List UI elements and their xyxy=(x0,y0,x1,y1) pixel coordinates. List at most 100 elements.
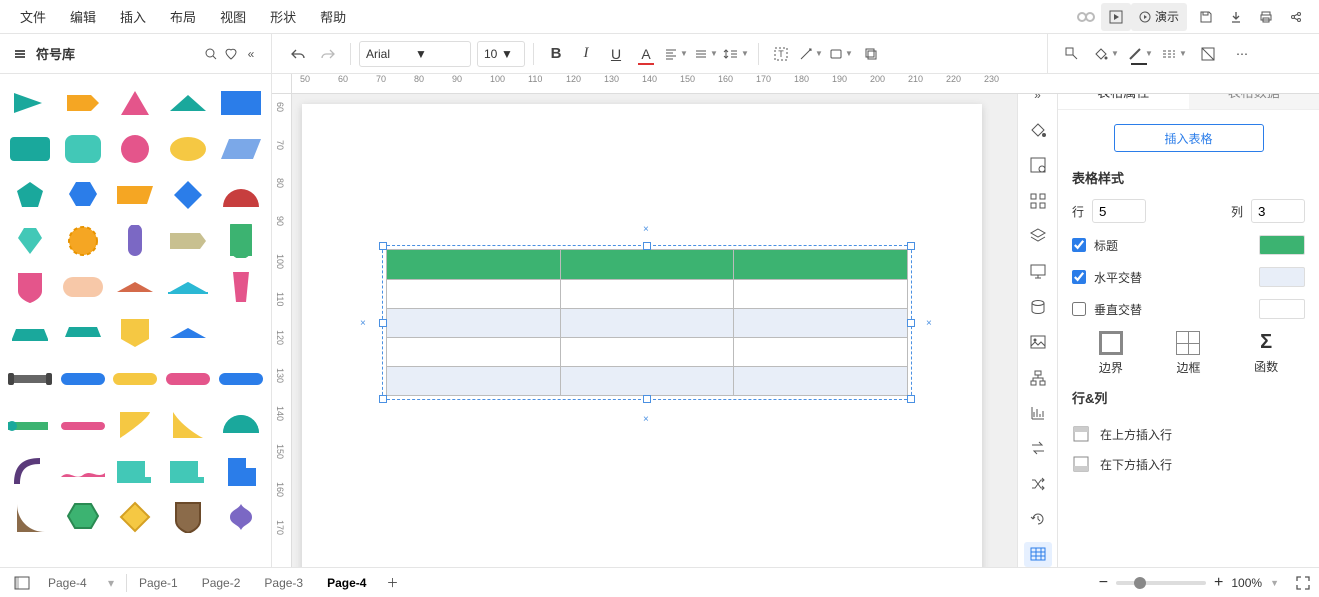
section-table-style: 表格样式 xyxy=(1072,168,1305,187)
page-layout-icon[interactable] xyxy=(8,569,36,597)
connector-button[interactable]: ▼ xyxy=(797,40,825,68)
checkbox-valt[interactable] xyxy=(1072,302,1086,316)
table-shape[interactable] xyxy=(386,249,908,396)
page-tab-2[interactable]: Page-2 xyxy=(190,568,253,597)
text-tool-button[interactable]: T xyxy=(767,40,795,68)
statusbar: Page-4▾ Page-1 Page-2 Page-3 Page-4 ＋ − … xyxy=(0,567,1319,597)
shapes-palette[interactable] xyxy=(0,74,272,567)
function-button[interactable]: Σ函数 xyxy=(1254,331,1278,376)
components-icon[interactable] xyxy=(1024,188,1052,213)
image-icon[interactable] xyxy=(1024,330,1052,355)
checkbox-valt-label: 垂直交替 xyxy=(1094,301,1142,318)
ruler-vertical: 60708090100110120130140150160170 xyxy=(272,94,292,567)
print-icon[interactable] xyxy=(1251,3,1281,31)
section-rowcol: 行&列 xyxy=(1072,388,1305,407)
add-page-button[interactable]: ＋ xyxy=(378,569,406,597)
insert-row-above[interactable]: 在上方插入行 xyxy=(1072,419,1305,449)
heart-icon[interactable] xyxy=(221,47,241,61)
align-v-button[interactable]: ▼ xyxy=(692,40,720,68)
font-size-select[interactable]: 10▼ xyxy=(477,41,525,67)
brand-icon[interactable] xyxy=(1071,3,1101,31)
menu-edit[interactable]: 编辑 xyxy=(58,0,108,33)
table-icon[interactable] xyxy=(1024,542,1052,567)
fullscreen-icon[interactable] xyxy=(1295,575,1311,591)
page-dropdown[interactable]: Page-4▾ xyxy=(36,568,126,597)
copy-style-button[interactable] xyxy=(857,40,885,68)
data-icon[interactable] xyxy=(1024,294,1052,319)
page-tab-1[interactable]: Page-1 xyxy=(127,568,190,597)
search-icon[interactable] xyxy=(201,47,221,61)
main: 5060708090100110120130140150160170180190… xyxy=(0,74,1319,567)
sitemap-icon[interactable] xyxy=(1024,365,1052,390)
layers-icon[interactable] xyxy=(1024,223,1052,248)
checkbox-halt-label: 水平交替 xyxy=(1094,269,1142,286)
checkbox-halt[interactable] xyxy=(1072,270,1086,284)
settings-icon[interactable] xyxy=(1024,153,1052,178)
shape-button[interactable]: ▼ xyxy=(827,40,855,68)
zoom-value[interactable]: 100% xyxy=(1231,576,1262,590)
ruler-corner xyxy=(272,74,292,94)
download-icon[interactable] xyxy=(1221,3,1251,31)
shapes-panel-header: 符号库 « xyxy=(0,34,272,73)
preview-icon[interactable] xyxy=(1101,3,1131,31)
menu-insert[interactable]: 插入 xyxy=(108,0,158,33)
page-tab-3[interactable]: Page-3 xyxy=(252,568,315,597)
library-icon xyxy=(10,47,30,61)
halt-color-swatch[interactable] xyxy=(1259,267,1305,287)
presentation-icon[interactable] xyxy=(1024,259,1052,284)
menu-shape[interactable]: 形状 xyxy=(258,0,308,33)
title-color-swatch[interactable] xyxy=(1259,235,1305,255)
checkbox-title-label: 标题 xyxy=(1094,237,1118,254)
align-h-button[interactable]: ▼ xyxy=(662,40,690,68)
menu-view[interactable]: 视图 xyxy=(208,0,258,33)
font-color-button[interactable]: A xyxy=(632,40,660,68)
share-icon[interactable] xyxy=(1281,3,1311,31)
zoom-out-button[interactable]: − xyxy=(1099,574,1108,592)
page-tab-4[interactable]: Page-4 xyxy=(315,568,378,597)
present-button[interactable]: 演示 xyxy=(1131,3,1187,31)
redo-button[interactable] xyxy=(314,40,342,68)
page[interactable]: × × × × xyxy=(302,104,982,567)
rows-input[interactable] xyxy=(1092,199,1146,223)
rows-label: 行 xyxy=(1072,203,1084,220)
valt-color-swatch[interactable] xyxy=(1259,299,1305,319)
underline-button[interactable]: U xyxy=(602,40,630,68)
cols-input[interactable] xyxy=(1251,199,1305,223)
line-style-button[interactable]: ▼ xyxy=(1160,40,1188,68)
zoom-slider[interactable] xyxy=(1116,581,1206,585)
fill-tool-icon[interactable] xyxy=(1024,117,1052,142)
history-icon[interactable] xyxy=(1024,506,1052,531)
collapse-icon[interactable]: « xyxy=(241,47,261,61)
eraser-button[interactable] xyxy=(1194,40,1222,68)
menu-file[interactable]: 文件 xyxy=(8,0,58,33)
font-select[interactable]: Arial▼ xyxy=(359,41,471,67)
style-picker-button[interactable] xyxy=(1058,40,1086,68)
checkbox-title[interactable] xyxy=(1072,238,1086,252)
menubar: 文件 编辑 插入 布局 视图 形状 帮助 演示 xyxy=(0,0,1319,34)
fill-button[interactable]: ▼ xyxy=(1092,40,1120,68)
shuffle-icon[interactable] xyxy=(1024,471,1052,496)
convert-icon[interactable] xyxy=(1024,436,1052,461)
border-outer-button[interactable]: 边界 xyxy=(1099,331,1123,376)
bold-button[interactable]: B xyxy=(542,40,570,68)
stroke-button[interactable]: ▼ xyxy=(1126,40,1154,68)
menu-layout[interactable]: 布局 xyxy=(158,0,208,33)
cols-label: 列 xyxy=(1231,203,1243,220)
menu-help[interactable]: 帮助 xyxy=(308,0,358,33)
insert-row-below[interactable]: 在下方插入行 xyxy=(1072,449,1305,479)
zoom-in-button[interactable]: + xyxy=(1214,574,1223,592)
right-icon-strip: » xyxy=(1017,74,1057,567)
insert-table-button[interactable]: 插入表格 xyxy=(1114,124,1264,152)
chart-icon[interactable] xyxy=(1024,400,1052,425)
more-button[interactable]: ⋯ xyxy=(1228,40,1256,68)
border-grid-button[interactable]: 边框 xyxy=(1176,331,1200,376)
save-icon[interactable] xyxy=(1191,3,1221,31)
line-spacing-button[interactable]: ▼ xyxy=(722,40,750,68)
ruler-horizontal: 5060708090100110120130140150160170180190… xyxy=(292,74,1319,94)
svg-text:T: T xyxy=(778,49,784,59)
canvas[interactable]: × × × × xyxy=(272,74,1017,567)
canvas-wrap: 5060708090100110120130140150160170180190… xyxy=(272,74,1319,567)
italic-button[interactable]: I xyxy=(572,40,600,68)
shapes-panel-title: 符号库 xyxy=(36,44,201,63)
undo-button[interactable] xyxy=(284,40,312,68)
